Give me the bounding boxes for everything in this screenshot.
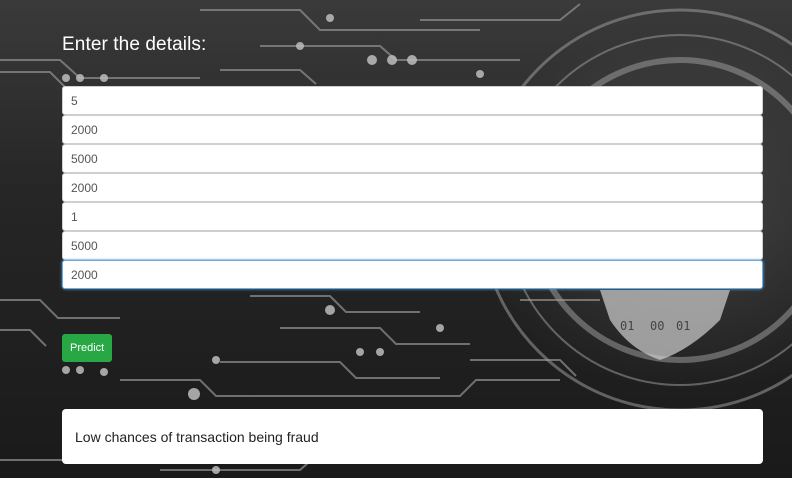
input-field-2[interactable] (62, 115, 763, 144)
input-field-3[interactable] (62, 144, 763, 173)
input-fields-group (62, 86, 763, 289)
input-field-7[interactable] (62, 260, 763, 289)
page-content: Enter the details: Predict Low chances o… (0, 0, 792, 478)
predict-button[interactable]: Predict (62, 334, 113, 362)
prediction-result-panel: Low chances of transaction being fraud (62, 409, 763, 464)
input-field-5[interactable] (62, 202, 763, 231)
prediction-result-text: Low chances of transaction being fraud (75, 428, 319, 445)
form-heading: Enter the details: (62, 34, 207, 55)
input-field-6[interactable] (62, 231, 763, 260)
input-field-4[interactable] (62, 173, 763, 202)
input-field-1[interactable] (62, 86, 763, 115)
